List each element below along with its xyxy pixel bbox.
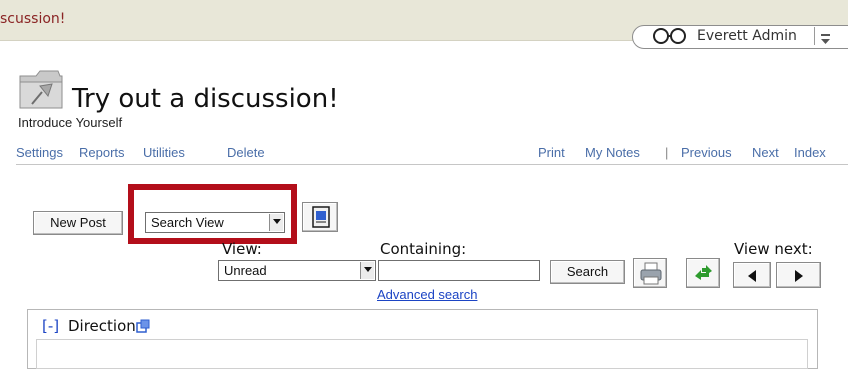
popout-icon[interactable] xyxy=(136,318,150,333)
advanced-search-link[interactable]: Advanced search xyxy=(377,287,477,302)
right-triangle-icon xyxy=(795,270,803,282)
user-name[interactable]: Everett Admin xyxy=(697,28,797,44)
document-view-icon xyxy=(312,206,330,228)
utilities-link[interactable]: Utilities xyxy=(143,145,185,160)
user-menu-divider xyxy=(814,27,815,45)
refresh-arrows-icon xyxy=(695,265,712,280)
containing-label: Containing: xyxy=(380,240,467,258)
next-link[interactable]: Next xyxy=(752,145,779,160)
delete-link[interactable]: Delete xyxy=(227,145,265,160)
print-link[interactable]: Print xyxy=(538,145,565,160)
directions-collapse-toggle[interactable]: [-] xyxy=(42,317,59,335)
pinned-folder-icon xyxy=(18,68,70,112)
nav-divider xyxy=(16,164,848,165)
left-triangle-icon xyxy=(748,270,756,282)
nav-separator: | xyxy=(665,145,669,160)
previous-link[interactable]: Previous xyxy=(681,145,732,160)
menu-icon[interactable] xyxy=(821,30,830,44)
view-next-label: View next: xyxy=(734,240,813,258)
index-link[interactable]: Index xyxy=(794,145,826,160)
print-button[interactable] xyxy=(633,258,667,288)
settings-link[interactable]: Settings xyxy=(16,145,63,160)
directions-content xyxy=(36,339,808,369)
next-button[interactable] xyxy=(776,262,821,288)
refresh-button[interactable] xyxy=(686,258,720,288)
highlight-annotation xyxy=(128,184,297,244)
document-view-button[interactable] xyxy=(302,202,338,232)
glasses-icon xyxy=(651,27,689,45)
directions-title: Directions xyxy=(68,317,144,335)
view-filter-select[interactable]: Unread xyxy=(218,260,376,281)
discussion-title-banner: scussion! xyxy=(0,11,66,27)
view-label: View: xyxy=(222,240,262,258)
view-filter-value: Unread xyxy=(224,263,267,278)
chevron-down-icon[interactable] xyxy=(360,262,374,279)
printer-icon xyxy=(640,262,662,285)
page-subtitle: Introduce Yourself xyxy=(18,115,123,130)
page-title: Try out a discussion! xyxy=(72,84,339,114)
previous-button[interactable] xyxy=(733,262,771,288)
reports-link[interactable]: Reports xyxy=(79,145,125,160)
containing-search-input[interactable] xyxy=(378,260,540,281)
my-notes-link[interactable]: My Notes xyxy=(585,145,640,160)
new-post-button[interactable]: New Post xyxy=(33,211,123,235)
search-button[interactable]: Search xyxy=(550,260,625,284)
